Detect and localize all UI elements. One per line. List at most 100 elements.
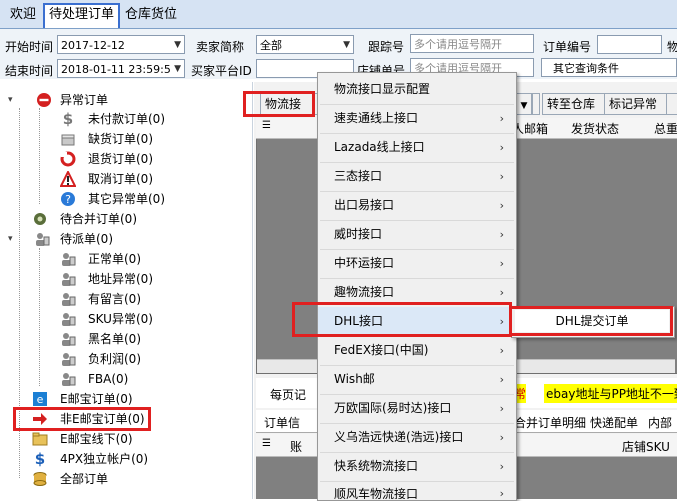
menu-item-aliexpress[interactable]: 速卖通线上接口 › xyxy=(318,104,516,133)
chevron-right-icon: › xyxy=(499,257,504,270)
tab-pending-orders[interactable]: 待处理订单 xyxy=(43,3,121,28)
menu-item-fedex[interactable]: FedEX接口(中国) › xyxy=(318,336,516,365)
menu-label: 中环运接口 xyxy=(334,256,395,270)
start-time-value: 2017-12-12 xyxy=(61,39,125,52)
col-receiver-email[interactable]: 人邮箱 xyxy=(512,120,548,137)
collapse-icon[interactable]: ▾ xyxy=(8,230,13,248)
menu-label: 万欧国际(易时达)接口 xyxy=(334,401,452,415)
col-ship-status[interactable]: 发货状态 xyxy=(571,120,619,137)
menu-label: 义乌浩远快递(浩远)接口 xyxy=(334,430,464,444)
end-time-field[interactable]: 2018-01-11 23:59:5 ▼ xyxy=(57,59,185,78)
tab-order-info[interactable]: 订单信 xyxy=(264,414,300,431)
tree-label: 全部订单 xyxy=(60,472,109,486)
col-total[interactable]: 总重 xyxy=(654,120,677,137)
chevron-right-icon: › xyxy=(499,460,504,473)
menu-item-weishi[interactable]: 威时接口 › xyxy=(318,220,516,249)
dollar-icon: $ xyxy=(62,110,74,128)
chevron-down-icon[interactable]: ▼ xyxy=(174,36,181,53)
return-icon xyxy=(60,151,76,167)
menu-label: 威时接口 xyxy=(334,227,383,241)
seller-select[interactable]: 全部 ▼ xyxy=(256,35,354,54)
e-logo-icon: e xyxy=(33,392,47,406)
other-conditions-field[interactable]: 其它查询条件 xyxy=(541,58,677,77)
highlight-dhl-submit xyxy=(509,306,673,336)
tab-welcome[interactable]: 欢迎 xyxy=(6,5,40,25)
col-store-sku[interactable]: 店铺SKU xyxy=(622,438,670,455)
chevron-right-icon: › xyxy=(499,487,504,499)
highlight-non-ebay xyxy=(13,407,151,431)
help-icon: ? xyxy=(61,192,75,206)
menu-item-display-config[interactable]: 物流接口显示配置 xyxy=(318,75,516,104)
tree-label: 取消订单(0) xyxy=(88,172,153,186)
end-time-label: 结束时间 xyxy=(5,64,54,78)
tree-label: 未付款订单(0) xyxy=(88,112,165,126)
chevron-right-icon: › xyxy=(499,112,504,125)
highlight-dhl-item xyxy=(292,302,512,337)
chevron-down-icon[interactable]: ▼ xyxy=(174,60,181,77)
start-time-field[interactable]: 2017-12-12 ▼ xyxy=(57,35,185,54)
tab-quick-match[interactable]: 快递配单 xyxy=(590,414,638,431)
user-icon xyxy=(62,373,76,386)
menu-item-zhonghuanyun[interactable]: 中环运接口 › xyxy=(318,249,516,278)
tab-bar: 欢迎 待处理订单 仓库货位 xyxy=(0,0,677,29)
user-icon xyxy=(62,313,76,326)
tree-label: 退货订单(0) xyxy=(88,152,153,166)
tree-label: 有留言(0) xyxy=(88,292,141,306)
svg-text:?: ? xyxy=(65,193,71,206)
menu-item-chukouyi[interactable]: 出口易接口 › xyxy=(318,191,516,220)
menu-item-lazada[interactable]: Lazada线上接口 › xyxy=(318,133,516,162)
select-all-icon[interactable]: ☰ xyxy=(262,120,271,131)
tree-label: 正常单(0) xyxy=(88,252,141,266)
col-first[interactable]: 账 xyxy=(290,438,302,455)
menu-label: FedEX接口(中国) xyxy=(334,343,429,357)
tracking-input[interactable]: 多个请用逗号隔开 xyxy=(410,34,534,53)
tree-label: 待派单(0) xyxy=(60,232,113,246)
menu-item-shunfengche[interactable]: 顺风车物流接口 › xyxy=(318,481,516,499)
buyer-platform-label: 买家平台ID xyxy=(191,64,252,78)
highlight-logistics-button xyxy=(243,91,315,117)
menu-item-kuai-system[interactable]: 快系统物流接口 › xyxy=(318,452,516,481)
chevron-right-icon: › xyxy=(499,199,504,212)
collapse-icon[interactable]: ▾ xyxy=(8,91,13,109)
menu-item-wish[interactable]: Wish邮 › xyxy=(318,365,516,394)
menu-item-yiwu-haoyuan[interactable]: 义乌浩远快递(浩远)接口 › xyxy=(318,423,516,452)
tracking-label: 跟踪号 xyxy=(368,40,405,54)
mark-abnormal-button[interactable]: 标记异常 xyxy=(604,93,672,115)
chevron-down-icon[interactable]: ▼ xyxy=(343,36,350,53)
dollar-icon: $ xyxy=(34,450,46,468)
other-conditions-label: 其它查询条件 xyxy=(553,62,619,75)
select-all-icon[interactable]: ☰ xyxy=(262,438,271,449)
tree-label: 异常订单 xyxy=(60,93,109,107)
box-icon xyxy=(61,134,75,146)
chevron-down-icon: ▼ xyxy=(520,101,528,111)
menu-label: Lazada线上接口 xyxy=(334,140,425,154)
tab-internal[interactable]: 内部 xyxy=(648,414,672,431)
menu-item-wanou[interactable]: 万欧国际(易时达)接口 › xyxy=(318,394,516,423)
order-number-input[interactable] xyxy=(597,35,662,54)
tree-label: 黑名单(0) xyxy=(88,332,141,346)
user-icon xyxy=(62,293,76,306)
order-number-label: 订单编号 xyxy=(543,40,592,54)
user-icon xyxy=(62,273,76,286)
tree-label: 地址异常(0) xyxy=(88,272,153,286)
transfer-warehouse-button[interactable]: 转至仓库 xyxy=(542,93,610,115)
menu-label: 快系统物流接口 xyxy=(334,459,419,473)
menu-item-santai[interactable]: 三态接口 › xyxy=(318,162,516,191)
tab-merged-detail[interactable]: 合并订单明细 xyxy=(514,414,586,431)
more-toolbar-button[interactable] xyxy=(666,93,677,115)
folder-icon xyxy=(32,432,48,446)
tree-label: E邮宝订单(0) xyxy=(60,392,133,406)
user-icon xyxy=(62,253,76,266)
tree-label: 负利润(0) xyxy=(88,352,141,366)
dropdown-button[interactable]: ▼ xyxy=(516,93,532,115)
chevron-right-icon: › xyxy=(499,170,504,183)
chevron-right-icon: › xyxy=(499,344,504,357)
tab-warehouse-location[interactable]: 仓库货位 xyxy=(121,5,181,25)
tree-line xyxy=(39,108,40,204)
tree-label: 4PX独立帐户(0) xyxy=(60,452,149,466)
chevron-right-icon: › xyxy=(499,431,504,444)
seller-label: 卖家简称 xyxy=(196,40,245,54)
logistics-context-menu: 物流接口显示配置 速卖通线上接口 › Lazada线上接口 › 三态接口 › 出口易接… xyxy=(317,72,517,501)
toolbar-spacer xyxy=(532,93,540,115)
gear-icon xyxy=(34,213,46,225)
